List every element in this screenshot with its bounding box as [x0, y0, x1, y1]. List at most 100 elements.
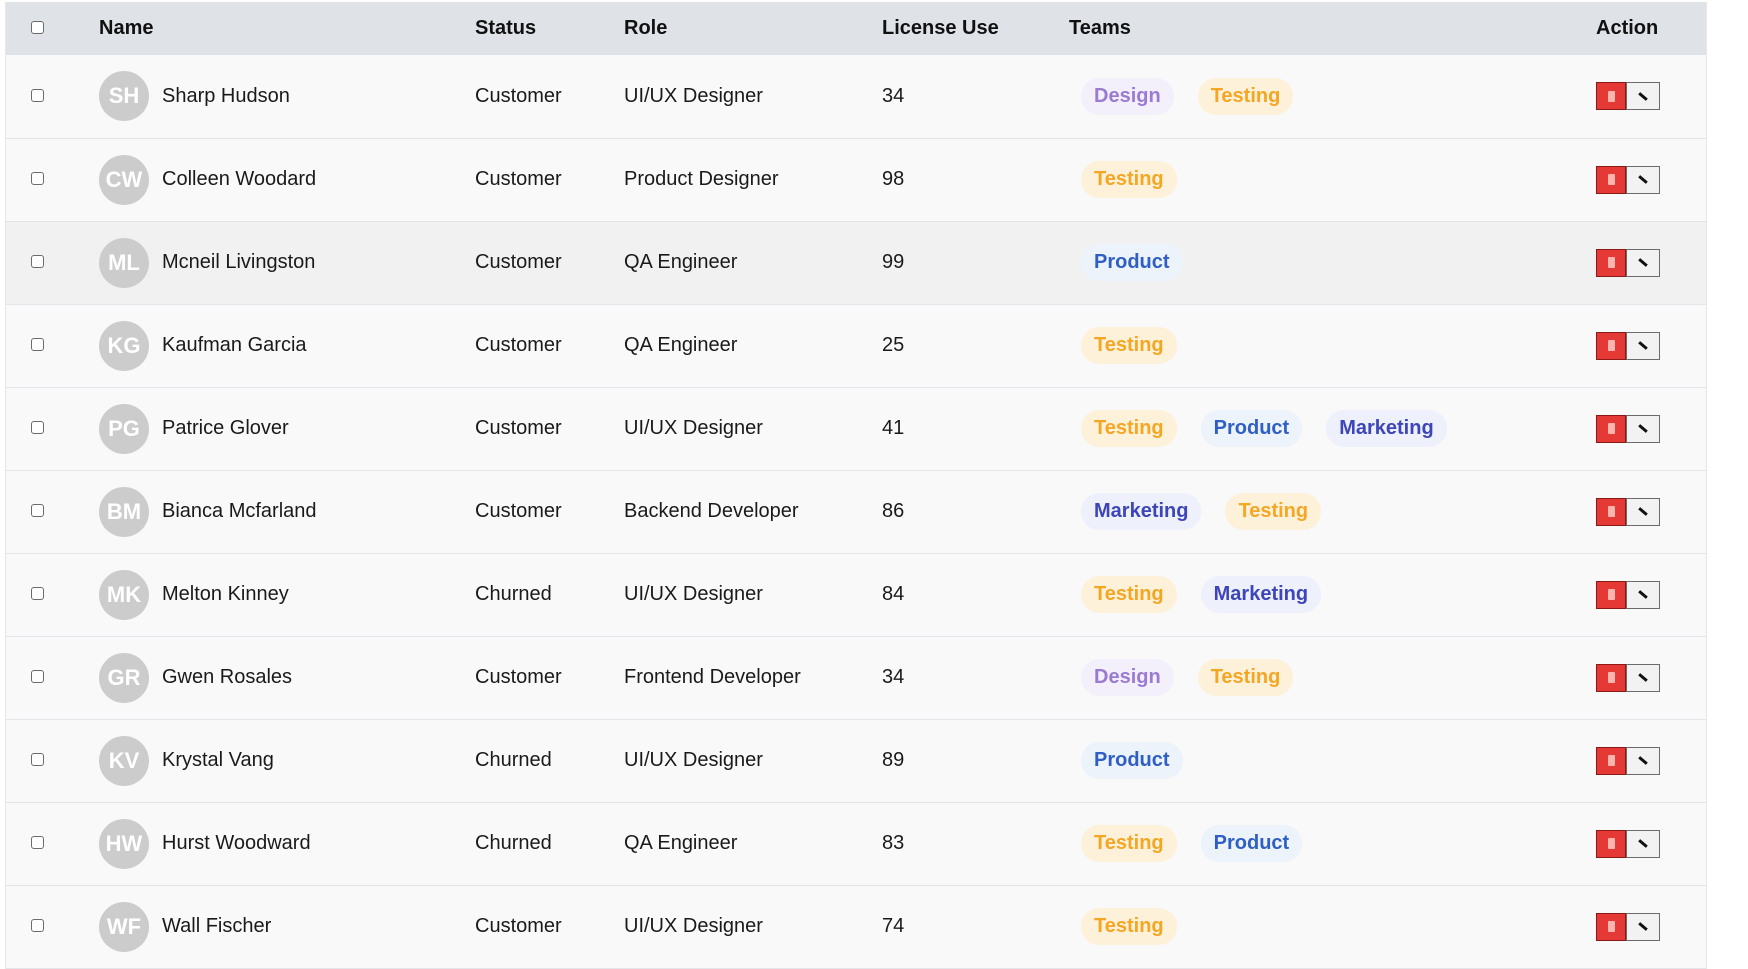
- row-checkbox[interactable]: [31, 255, 44, 268]
- edit-button[interactable]: [1626, 746, 1660, 775]
- name-cell: KG Kaufman Garcia: [99, 304, 475, 387]
- teams-cell: Design Testing: [1068, 636, 1596, 719]
- delete-button[interactable]: [1596, 248, 1626, 277]
- table-row[interactable]: ML Mcneil Livingston Customer QA Engineer 99…: [6, 221, 1706, 304]
- header-teams[interactable]: Teams: [1068, 2, 1596, 55]
- avatar: MK: [99, 569, 149, 620]
- name-cell: CW Colleen Woodard: [99, 138, 475, 221]
- edit-button[interactable]: [1626, 414, 1660, 443]
- action-cell: [1596, 387, 1706, 470]
- edit-button[interactable]: [1626, 580, 1660, 609]
- header-license-use[interactable]: License Use: [882, 2, 1068, 55]
- team-badge: Testing: [1225, 493, 1322, 530]
- select-all-checkbox[interactable]: [31, 21, 44, 34]
- row-checkbox[interactable]: [31, 88, 44, 102]
- status-cell: Customer: [475, 915, 562, 937]
- trash-icon: [1607, 589, 1615, 600]
- edit-button[interactable]: [1626, 663, 1660, 692]
- pencil-icon: [1638, 922, 1648, 931]
- teams-cell: Testing: [1068, 138, 1596, 221]
- team-badge: Testing: [1081, 825, 1177, 862]
- row-checkbox[interactable]: [31, 421, 44, 434]
- table-row[interactable]: PG Patrice Glover Customer UI/UX Designer 41…: [6, 387, 1706, 470]
- row-checkbox[interactable]: [31, 587, 44, 600]
- table-row[interactable]: BM Bianca Mcfarland Customer Backend Develo…: [6, 470, 1706, 553]
- edit-button[interactable]: [1626, 82, 1660, 111]
- teams-cell: Testing Product: [1068, 802, 1596, 885]
- role-cell: UI/UX Designer: [624, 84, 763, 107]
- table-row[interactable]: KV Krystal Vang Churned UI/UX Designer 89 Pro…: [6, 719, 1706, 802]
- table-row[interactable]: CW Colleen Woodard Customer Product Designe…: [6, 138, 1706, 221]
- row-checkbox[interactable]: [31, 504, 44, 517]
- table-row[interactable]: KG Kaufman Garcia Customer QA Engineer 25 Tes…: [6, 304, 1706, 387]
- edit-button[interactable]: [1626, 331, 1660, 360]
- trash-icon: [1607, 174, 1615, 185]
- delete-button[interactable]: [1596, 331, 1626, 360]
- avatar: KV: [99, 735, 149, 786]
- name-cell: WF Wall Fischer: [99, 885, 475, 968]
- name-cell: PG Patrice Glover: [99, 387, 475, 470]
- users-table-container: Name Status Role License Use Teams Actio…: [5, 2, 1707, 969]
- edit-button[interactable]: [1626, 829, 1660, 858]
- team-badge: Design: [1081, 77, 1174, 115]
- header-role[interactable]: Role: [624, 2, 882, 55]
- row-select-cell: [6, 138, 99, 221]
- table-row[interactable]: MK Melton Kinney Churned UI/UX Designer 84 Te…: [6, 553, 1706, 636]
- role-cell: Frontend Developer: [624, 666, 801, 688]
- status-cell: Customer: [475, 168, 562, 190]
- row-select-cell: [6, 55, 99, 138]
- delete-button[interactable]: [1596, 414, 1626, 443]
- license-use-cell: 99: [882, 251, 905, 273]
- role-cell: QA Engineer: [624, 251, 738, 273]
- edit-button[interactable]: [1626, 497, 1660, 526]
- delete-button[interactable]: [1596, 580, 1626, 609]
- row-checkbox[interactable]: [31, 753, 44, 766]
- row-checkbox[interactable]: [31, 836, 44, 849]
- header-status[interactable]: Status: [475, 2, 624, 55]
- status-cell: Customer: [475, 84, 562, 107]
- user-name: Krystal Vang: [162, 749, 274, 771]
- role-cell: UI/UX Designer: [624, 417, 763, 439]
- pencil-icon: [1638, 507, 1648, 516]
- table-row[interactable]: SH Sharp Hudson Customer UI/UX Designer 34 De…: [6, 55, 1706, 138]
- delete-button[interactable]: [1596, 912, 1626, 941]
- edit-button[interactable]: [1626, 165, 1660, 194]
- delete-button[interactable]: [1596, 165, 1626, 194]
- delete-button[interactable]: [1596, 497, 1626, 526]
- user-name: Wall Fischer: [162, 915, 272, 937]
- delete-button[interactable]: [1596, 829, 1626, 858]
- team-badge: Testing: [1197, 77, 1294, 115]
- team-badge: Testing: [1081, 908, 1177, 945]
- license-use-cell: 25: [882, 334, 905, 356]
- row-checkbox[interactable]: [31, 338, 44, 351]
- trash-icon: [1607, 755, 1615, 766]
- team-badge: Product: [1200, 825, 1303, 862]
- name-cell: SH Sharp Hudson: [99, 55, 475, 138]
- row-checkbox[interactable]: [31, 172, 44, 185]
- table-row[interactable]: WF Wall Fischer Customer UI/UX Designer 74 Te…: [6, 885, 1706, 968]
- license-use-cell: 86: [882, 500, 905, 522]
- table-row[interactable]: HW Hurst Woodward Churned QA Engineer 83 Test…: [6, 802, 1706, 885]
- user-name: Melton Kinney: [162, 583, 289, 605]
- team-badge: Testing: [1081, 576, 1177, 613]
- edit-button[interactable]: [1626, 912, 1660, 941]
- header-name[interactable]: Name: [99, 2, 475, 55]
- action-cell: [1596, 138, 1706, 221]
- action-cell: [1596, 719, 1706, 802]
- team-badge: Marketing: [1081, 493, 1202, 530]
- action-cell: [1596, 55, 1706, 138]
- edit-button[interactable]: [1626, 248, 1660, 277]
- delete-button[interactable]: [1596, 746, 1626, 775]
- teams-cell: Design Testing: [1068, 55, 1596, 138]
- row-checkbox[interactable]: [31, 919, 44, 932]
- table-row[interactable]: GR Gwen Rosales Customer Frontend Developer…: [6, 636, 1706, 719]
- trash-icon: [1607, 506, 1615, 517]
- teams-cell: Testing: [1068, 885, 1596, 968]
- role-cell: Backend Developer: [624, 500, 799, 522]
- row-checkbox[interactable]: [31, 670, 44, 683]
- status-cell: Churned: [475, 583, 552, 605]
- delete-button[interactable]: [1596, 82, 1626, 111]
- name-cell: HW Hurst Woodward: [99, 802, 475, 885]
- license-use-cell: 41: [882, 417, 905, 439]
- delete-button[interactable]: [1596, 663, 1626, 692]
